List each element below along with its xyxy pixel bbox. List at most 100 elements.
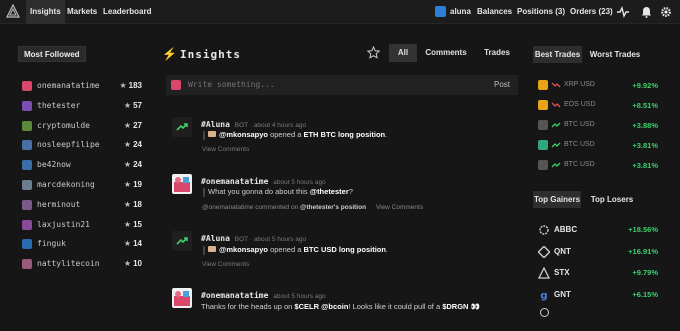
mention-link[interactable]: @mkonsapyo <box>219 245 268 254</box>
followed-user-row[interactable]: onemanatatime ★ 183 <box>22 80 142 92</box>
followed-user-name[interactable]: marcdekoning <box>37 180 95 189</box>
favorite-star-icon[interactable] <box>367 46 380 59</box>
followed-user-row[interactable]: be42now ★ 24 <box>22 159 142 171</box>
trade-row[interactable]: BTC USD +3.81% <box>538 140 658 152</box>
view-comments-link[interactable]: View Comments <box>376 204 423 211</box>
followed-user-row[interactable]: laxjustin21 ★ 15 <box>22 219 142 231</box>
nav-balances[interactable]: Balances <box>477 0 512 24</box>
nav-insights[interactable]: Insights <box>26 0 65 24</box>
followed-user-name[interactable]: finguk <box>37 239 66 248</box>
trade-pair: BTC USD <box>564 141 595 148</box>
post-author-name[interactable]: #onemanatatime <box>201 177 268 186</box>
user-avatar <box>22 259 32 270</box>
bot-trend-icon <box>172 231 192 251</box>
user-avatar <box>22 160 32 171</box>
followed-user-row[interactable]: nosleepfilipe ★ 24 <box>22 139 142 151</box>
gainer-row[interactable]: QNT +16.91% <box>538 245 658 259</box>
mention-avatar-icon <box>208 131 216 137</box>
followed-user-row[interactable]: herminout ★ 18 <box>22 199 142 211</box>
user-menu[interactable]: aluna <box>450 0 471 24</box>
post-author-name[interactable]: #Aluna <box>201 120 230 129</box>
star-icon: ★ <box>123 239 132 249</box>
trade-row[interactable]: BTC USD +3.88% <box>538 120 658 132</box>
post-avatar[interactable] <box>172 174 192 194</box>
post-body: Thanks for the heads up on $CELR @bcoin!… <box>201 302 480 311</box>
followed-user-name[interactable]: cryptomulde <box>37 121 90 130</box>
star-icon: ★ <box>123 100 132 110</box>
gainer-row[interactable]: STX +9.79% <box>538 266 658 280</box>
trade-change: +3.81% <box>632 161 658 170</box>
followed-user-row[interactable]: thetester ★ 57 <box>22 100 142 112</box>
follower-count: ★ 24 <box>124 160 142 169</box>
follower-count: ★ 57 <box>124 101 142 110</box>
bot-trend-icon <box>172 117 192 137</box>
view-comments-link[interactable]: View Comments <box>202 261 249 268</box>
nav-orders[interactable]: Orders (23) <box>570 0 613 24</box>
user-avatar[interactable] <box>435 6 446 17</box>
settings-gear-icon[interactable] <box>660 6 672 18</box>
followed-user-name[interactable]: nosleepfilipe <box>37 140 100 149</box>
follower-count: ★ 27 <box>124 121 142 130</box>
user-avatar <box>22 180 32 190</box>
activity-user-link[interactable]: @onemanatatime <box>202 204 253 211</box>
star-icon: ★ <box>123 259 132 269</box>
view-comments-link[interactable]: View Comments <box>202 146 249 153</box>
follower-count: ★ 19 <box>124 180 142 189</box>
post-button[interactable]: Post <box>494 80 510 89</box>
mention-link[interactable]: @bcoin <box>321 302 348 311</box>
tab-top-losers[interactable]: Top Losers <box>589 191 635 208</box>
trade-change: +8.51% <box>632 101 658 110</box>
followed-user-name[interactable]: onemanatatime <box>37 81 100 90</box>
trade-row[interactable]: EOS USD +8.51% <box>538 100 658 112</box>
tab-top-gainers[interactable]: Top Gainers <box>533 191 581 208</box>
bell-icon[interactable] <box>641 6 652 18</box>
nav-leaderboard[interactable]: Leaderboard <box>103 0 151 24</box>
tab-comments[interactable]: Comments <box>422 44 470 62</box>
followed-user-name[interactable]: thetester <box>37 101 80 110</box>
position-link[interactable]: BTC USD long position <box>303 245 386 254</box>
mention-link[interactable]: @mkonsapyo <box>219 130 268 139</box>
period: . <box>385 130 388 139</box>
quote-bar <box>203 245 205 255</box>
followed-user-row[interactable]: nattylitecoin ★ 10 <box>22 258 142 270</box>
star-icon: ★ <box>123 120 132 130</box>
position-link[interactable]: ETH BTC long position <box>303 130 385 139</box>
follower-count-value: 14 <box>133 239 142 249</box>
trade-row[interactable]: BTC USD +3.81% <box>538 160 658 172</box>
svg-text:g: g <box>540 290 547 301</box>
followed-user-name[interactable]: nattylitecoin <box>37 259 100 268</box>
followed-user-row[interactable]: marcdekoning ★ 19 <box>22 179 142 191</box>
activity-icon[interactable] <box>617 6 629 18</box>
follower-count: ★ 10 <box>124 259 142 268</box>
tab-trades[interactable]: Trades <box>476 44 518 62</box>
post-avatar[interactable] <box>172 288 192 308</box>
post-author-name[interactable]: #onemanatatime <box>201 291 268 300</box>
mention-link[interactable]: @thetester <box>310 187 349 196</box>
gainer-change: +6.15% <box>632 289 658 299</box>
activity-position-link[interactable]: @thetester's position <box>300 204 366 211</box>
post-text: What you gonna do about this <box>208 187 310 196</box>
followed-user-row[interactable]: cryptomulde ★ 27 <box>22 120 142 132</box>
nav-markets[interactable]: Markets <box>67 0 97 24</box>
gainer-row[interactable]: g GNT +6.15% <box>538 288 658 302</box>
tab-all[interactable]: All <box>389 44 417 62</box>
qnt-icon <box>538 245 550 258</box>
composer-input[interactable] <box>188 80 448 89</box>
cashtag-link[interactable]: $CELR <box>294 302 319 311</box>
followed-user-name[interactable]: be42now <box>37 160 71 169</box>
followed-user-name[interactable]: herminout <box>37 200 80 209</box>
gainer-symbol: ABBC <box>554 225 578 234</box>
tab-worst-trades[interactable]: Worst Trades <box>588 46 642 63</box>
followed-user-row[interactable]: finguk ★ 14 <box>22 238 142 250</box>
trade-row[interactable]: XRP USD +9.92% <box>538 80 658 92</box>
nav-positions[interactable]: Positions (3) <box>517 0 565 24</box>
gainer-row[interactable]: ABBC +18.56% <box>538 223 658 237</box>
follower-count: ★ 15 <box>124 220 142 229</box>
aluna-logo-icon[interactable] <box>6 4 20 18</box>
eyes-emoji: 👀 <box>468 302 480 311</box>
trend-down-icon <box>551 82 561 88</box>
tab-best-trades[interactable]: Best Trades <box>533 46 582 63</box>
post-author-name[interactable]: #Aluna <box>201 234 230 243</box>
followed-user-name[interactable]: laxjustin21 <box>37 220 90 229</box>
cashtag-link[interactable]: $DRGN <box>442 302 468 311</box>
